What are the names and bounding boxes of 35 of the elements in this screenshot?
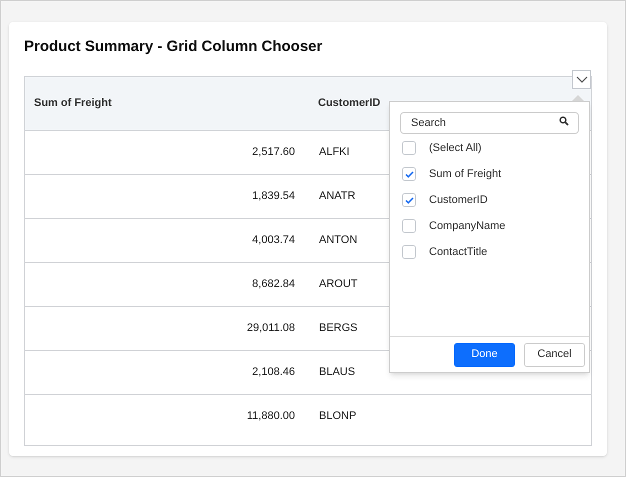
checkmark-icon — [404, 170, 414, 178]
search-field[interactable]: Search — [400, 112, 579, 134]
table-cell-text: BLAUS — [318, 364, 356, 380]
table-cell-text: 2,108.46 — [251, 364, 295, 380]
table-cell-text: ANTON — [318, 232, 358, 248]
table-cell-text: 8,682.84 — [251, 276, 295, 292]
checkbox[interactable] — [402, 245, 416, 259]
table-cell-text: 1,839.54 — [251, 188, 295, 204]
column-option-label: (Select All) — [429, 140, 482, 156]
checkbox[interactable] — [402, 141, 416, 155]
column-chooser-toggle[interactable] — [572, 70, 591, 89]
column-header: Sum of Freight — [33, 96, 113, 111]
table-cell-text: 29,011.08 — [246, 320, 295, 336]
checkmark-icon — [404, 196, 414, 204]
chevron-down-icon — [576, 76, 588, 83]
column-option-label: ContactTitle — [429, 244, 488, 260]
table-cell-text: 2,517.60 — [251, 144, 295, 160]
table-cell-text: AROUT — [318, 276, 358, 292]
column-option-label: CompanyName — [429, 218, 506, 234]
checkbox[interactable] — [402, 219, 416, 233]
cancel-button[interactable]: Cancel — [524, 342, 585, 366]
table-cell-text: ANATR — [318, 188, 356, 204]
column-option-label: CustomerID — [429, 192, 488, 208]
done-button[interactable]: Done — [454, 342, 515, 366]
checkbox[interactable] — [402, 193, 416, 207]
table-cell-text: 11,880.00 — [246, 409, 295, 424]
table-cell-text: 4,003.74 — [251, 232, 295, 248]
table-cell-text: BLONP — [318, 409, 356, 424]
page-title: Product Summary - Grid Column Chooser — [24, 37, 324, 57]
search-icon — [559, 116, 569, 126]
checkbox[interactable] — [402, 167, 416, 181]
table-cell-text: ALFKI — [318, 144, 350, 160]
table-cell-text: BERGS — [318, 320, 358, 336]
column-header: CustomerID — [317, 96, 380, 111]
column-option-label: Sum of Freight — [429, 166, 502, 182]
